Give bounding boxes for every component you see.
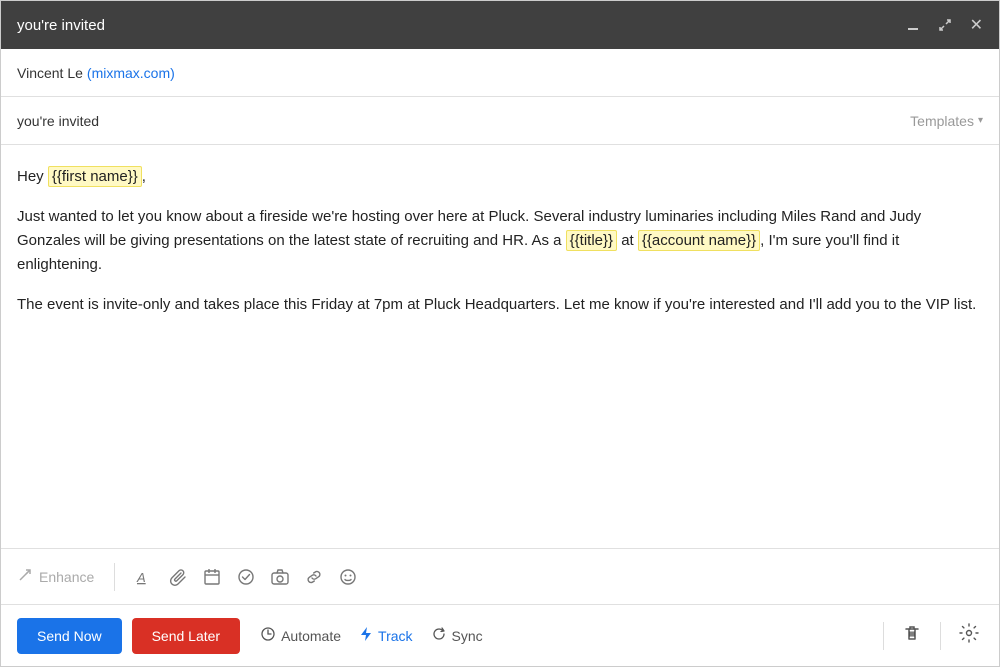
title-bar: you're invited ✕ xyxy=(1,1,999,49)
sender-email: (mixmax.com) xyxy=(87,65,175,81)
bottom-divider xyxy=(883,622,884,650)
subject-text: you're invited xyxy=(17,113,99,129)
expand-icon[interactable] xyxy=(938,18,952,32)
send-later-button[interactable]: Send Later xyxy=(132,618,241,654)
body-paragraph-2: The event is invite-only and takes place… xyxy=(17,293,983,317)
window-controls: ✕ xyxy=(906,15,983,35)
send-now-button[interactable]: Send Now xyxy=(17,618,122,654)
enhance-button[interactable]: Enhance xyxy=(17,567,94,586)
account-name-placeholder[interactable]: {{account name}} xyxy=(638,230,760,251)
email-compose-window: you're invited ✕ Vincent Le (mixmax.com)… xyxy=(0,0,1000,667)
track-button[interactable]: Track xyxy=(359,626,412,645)
check-circle-icon[interactable] xyxy=(237,568,255,586)
text-format-icon[interactable]: A xyxy=(135,568,153,586)
to-field: Vincent Le (mixmax.com) xyxy=(1,49,999,97)
at-text: at xyxy=(617,232,638,249)
email-body: Hey {{first name}}, Just wanted to let y… xyxy=(1,145,999,548)
sync-label: Sync xyxy=(452,628,483,644)
window-title: you're invited xyxy=(17,17,105,34)
link-icon[interactable] xyxy=(305,568,323,586)
greeting-end: , xyxy=(142,168,146,185)
calendar-icon[interactable] xyxy=(203,568,221,586)
sync-icon xyxy=(431,626,447,645)
sender-name: Vincent Le xyxy=(17,65,83,81)
emoji-icon[interactable] xyxy=(339,568,357,586)
title-placeholder[interactable]: {{title}} xyxy=(566,230,617,251)
greeting-paragraph: Hey {{first name}}, xyxy=(17,165,983,189)
bottom-divider-2 xyxy=(940,622,941,650)
svg-text:A: A xyxy=(136,570,146,585)
sync-button[interactable]: Sync xyxy=(431,626,483,645)
chevron-down-icon: ▾ xyxy=(978,115,983,126)
bottom-actions: Automate Track Sync xyxy=(260,626,873,645)
enhance-wand-icon xyxy=(17,567,33,586)
body-paragraph-1: Just wanted to let you know about a fire… xyxy=(17,205,983,277)
toolbar-icons: A xyxy=(135,568,357,586)
attachment-icon[interactable] xyxy=(169,568,187,586)
track-label: Track xyxy=(378,628,412,644)
bottom-right-controls xyxy=(873,619,983,652)
greeting-text: Hey xyxy=(17,168,48,185)
settings-button[interactable] xyxy=(955,619,983,652)
templates-button[interactable]: Templates ▾ xyxy=(910,113,983,129)
formatting-toolbar: Enhance A xyxy=(1,548,999,604)
automate-button[interactable]: Automate xyxy=(260,626,341,645)
delete-button[interactable] xyxy=(898,619,926,652)
track-bolt-icon xyxy=(359,626,373,645)
subject-field: you're invited Templates ▾ xyxy=(1,97,999,145)
first-name-placeholder[interactable]: {{first name}} xyxy=(48,166,142,187)
camera-icon[interactable] xyxy=(271,568,289,586)
toolbar-divider-1 xyxy=(114,563,115,591)
enhance-label: Enhance xyxy=(39,569,94,585)
minimize-icon[interactable] xyxy=(906,18,920,32)
automate-icon xyxy=(260,626,276,645)
close-icon[interactable]: ✕ xyxy=(970,15,983,35)
automate-label: Automate xyxy=(281,628,341,644)
bottom-action-bar: Send Now Send Later Automate Track xyxy=(1,604,999,666)
templates-label: Templates xyxy=(910,113,974,129)
